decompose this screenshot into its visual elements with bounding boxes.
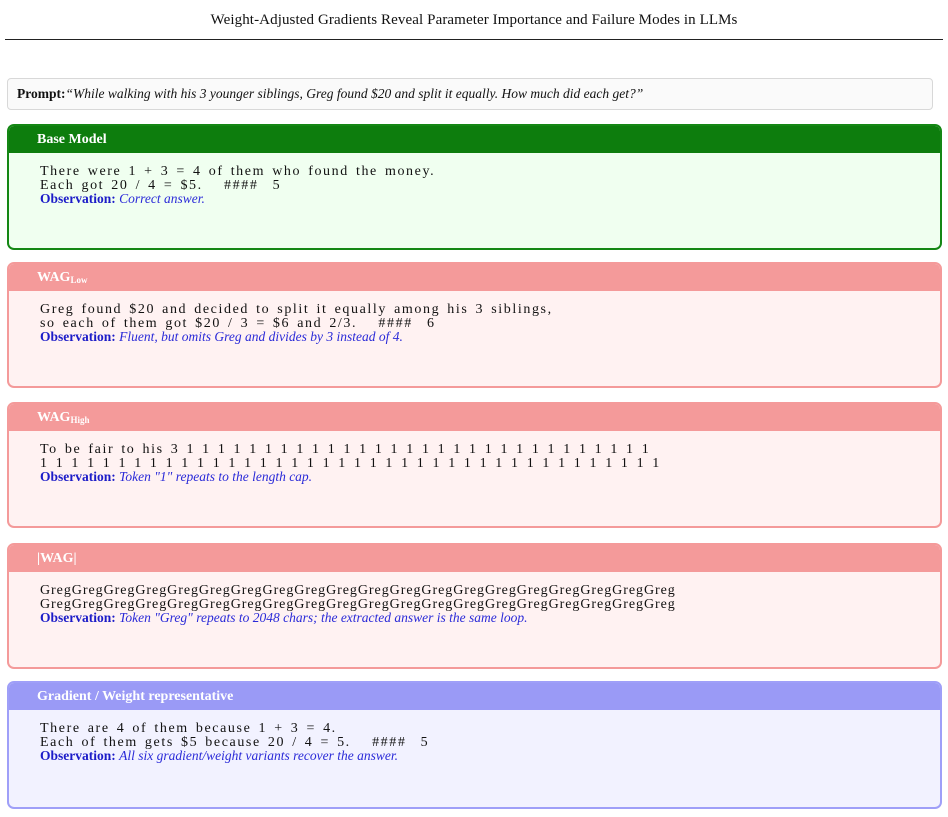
prompt-label: Prompt:	[17, 86, 66, 101]
observation-label: Observation:	[40, 329, 116, 344]
base-model-box: Base Model There were 1 + 3 = 4 of them …	[7, 124, 942, 250]
response-line: GregGregGregGregGregGregGregGregGregGreg…	[40, 583, 676, 598]
box-title: Base Model	[37, 132, 107, 147]
observation-label: Observation:	[40, 469, 116, 484]
observation-label: Observation:	[40, 610, 116, 625]
observation: Observation: Correct answer.	[40, 192, 940, 206]
observation: Observation: All six gradient/weight var…	[40, 749, 940, 763]
box-title: |WAG|	[37, 551, 77, 566]
wag-high-body: To be fair to his 3 1 1 1 1 1 1 1 1 1 1 …	[9, 431, 940, 484]
box-title: WAG	[37, 270, 71, 285]
box-title: Gradient / Weight representative	[37, 689, 234, 704]
response-line: There are 4 of them because 1 + 3 = 4.	[40, 721, 337, 736]
observation-text: Token "1" repeats to the length cap.	[119, 469, 313, 484]
wag-low-header: WAGLow	[9, 264, 940, 291]
header-rule	[5, 39, 943, 40]
observation: Observation: Fluent, but omits Greg and …	[40, 330, 940, 344]
response-line: so each of them got $20 / 3 = $6 and 2/3…	[40, 315, 436, 331]
wag-low-body: Greg found $20 and decided to split it e…	[9, 291, 940, 344]
response-line: Greg found $20 and decided to split it e…	[40, 302, 553, 317]
response-line: Each of them gets $5 because 20 / 4 = 5.…	[40, 734, 430, 750]
wag-abs-box: |WAG| GregGregGregGregGregGregGregGregGr…	[7, 543, 942, 669]
box-title-subscript: High	[70, 415, 90, 425]
observation-label: Observation:	[40, 748, 116, 763]
observation-text: Token "Greg" repeats to 2048 chars; the …	[119, 610, 528, 625]
wag-high-header: WAGHigh	[9, 404, 940, 431]
prompt-text: “While walking with his 3 younger siblin…	[65, 86, 644, 101]
prompt-box: Prompt:“While walking with his 3 younger…	[7, 78, 933, 110]
observation-text: Fluent, but omits Greg and divides by 3 …	[119, 329, 403, 344]
response-line: 1 1 1 1 1 1 1 1 1 1 1 1 1 1 1 1 1 1 1 1 …	[40, 455, 661, 471]
base-model-header: Base Model	[9, 126, 940, 153]
gradient-weight-box: Gradient / Weight representative There a…	[7, 681, 942, 809]
observation-text: Correct answer.	[119, 191, 205, 206]
gradient-weight-body: There are 4 of them because 1 + 3 = 4. E…	[9, 710, 940, 763]
response-line: To be fair to his 3 1 1 1 1 1 1 1 1 1 1 …	[40, 442, 651, 457]
observation-label: Observation:	[40, 191, 116, 206]
observation: Observation: Token "1" repeats to the le…	[40, 470, 940, 484]
observation-text: All six gradient/weight variants recover…	[119, 748, 398, 763]
box-title: WAG	[37, 410, 71, 425]
base-model-body: There were 1 + 3 = 4 of them who found t…	[9, 153, 940, 206]
wag-abs-header: |WAG|	[9, 545, 940, 572]
box-title-subscript: Low	[70, 275, 88, 285]
gradient-weight-header: Gradient / Weight representative	[9, 683, 940, 710]
response-line: Each got 20 / 4 = $5. #### 5	[40, 177, 282, 193]
response-line: There were 1 + 3 = 4 of them who found t…	[40, 164, 436, 179]
running-head: Weight-Adjusted Gradients Reveal Paramet…	[210, 12, 738, 28]
wag-abs-body: GregGregGregGregGregGregGregGregGregGreg…	[9, 572, 940, 625]
wag-high-box: WAGHigh To be fair to his 3 1 1 1 1 1 1 …	[7, 402, 942, 528]
wag-low-box: WAGLow Greg found $20 and decided to spl…	[7, 262, 942, 388]
response-line: GregGregGregGregGregGregGregGregGregGreg…	[40, 596, 676, 612]
observation: Observation: Token "Greg" repeats to 204…	[40, 611, 940, 625]
